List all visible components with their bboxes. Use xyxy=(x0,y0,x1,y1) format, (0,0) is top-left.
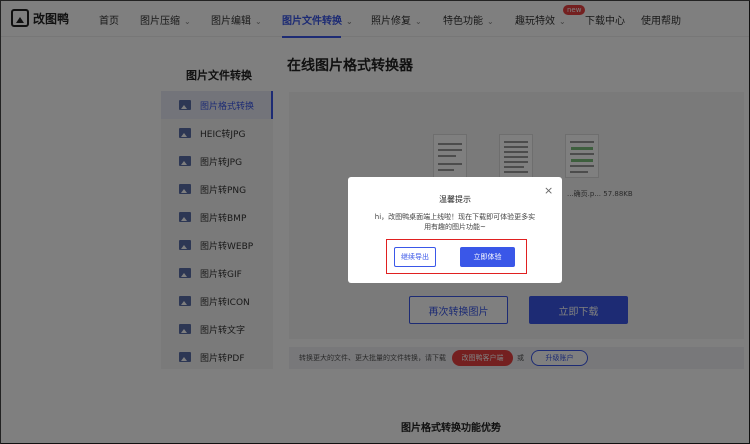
modal-title: 温馨提示 xyxy=(439,195,471,204)
continue-export-button[interactable]: 继续导出 xyxy=(394,247,436,267)
try-now-button[interactable]: 立即体验 xyxy=(460,247,515,267)
modal-message: hi，改图鸭桌面端上线啦！现在下载即可体验更多实用有趣的图片功能~ xyxy=(374,213,536,231)
close-icon[interactable]: × xyxy=(544,184,553,197)
tip-modal: 温馨提示 × hi，改图鸭桌面端上线啦！现在下载即可体验更多实用有趣的图片功能~… xyxy=(348,177,562,283)
